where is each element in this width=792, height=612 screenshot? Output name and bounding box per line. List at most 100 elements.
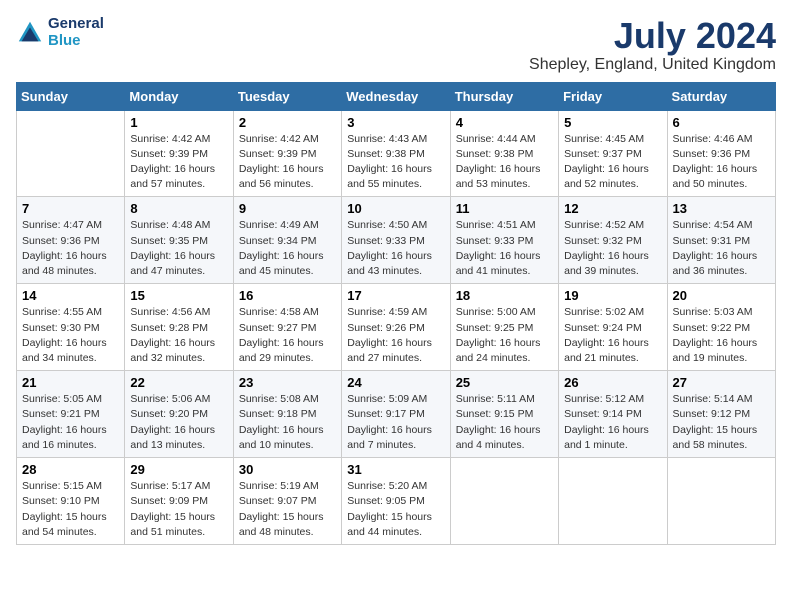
day-number: 26: [564, 375, 661, 390]
day-number: 15: [130, 288, 227, 303]
calendar-cell: 4 Sunrise: 4:44 AM Sunset: 9:38 PM Daylig…: [450, 110, 558, 197]
day-number: 7: [22, 201, 119, 216]
day-number: 8: [130, 201, 227, 216]
day-number: 24: [347, 375, 444, 390]
page-header: General Blue July 2024 Shepley, England,…: [16, 16, 776, 74]
week-row-4: 21 Sunrise: 5:05 AM Sunset: 9:21 PM Dayli…: [17, 371, 776, 458]
calendar-cell: 30Sunrise: 5:19 AM Sunset: 9:07 PM Dayli…: [233, 458, 341, 545]
calendar-cell: 27Sunrise: 5:14 AM Sunset: 9:12 PM Dayli…: [667, 371, 775, 458]
calendar-cell: 16Sunrise: 4:58 AM Sunset: 9:27 PM Dayli…: [233, 284, 341, 371]
logo: General Blue: [16, 16, 104, 49]
subtitle: Shepley, England, United Kingdom: [529, 56, 776, 74]
week-row-1: 1Sunrise: 4:42 AM Sunset: 9:39 PM Daylig…: [17, 110, 776, 197]
day-number: 22: [130, 375, 227, 390]
calendar-cell: 12Sunrise: 4:52 AM Sunset: 9:32 PM Dayli…: [559, 197, 667, 284]
calendar-cell: 17Sunrise: 4:59 AM Sunset: 9:26 PM Dayli…: [342, 284, 450, 371]
calendar-cell: 26 Sunrise: 5:12 AM Sunset: 9:14 PM Dayli…: [559, 371, 667, 458]
calendar-cell: [450, 458, 558, 545]
calendar-cell: 15 Sunrise: 4:56 AM Sunset: 9:28 PM Dayli…: [125, 284, 233, 371]
day-info: Sunrise: 5:00 AM Sunset: 9:25 PM Dayligh…: [456, 305, 553, 366]
calendar-cell: 14 Sunrise: 4:55 AM Sunset: 9:30 PM Dayli…: [17, 284, 125, 371]
day-info: Sunrise: 4:54 AM Sunset: 9:31 PM Dayligh…: [673, 218, 770, 279]
calendar-cell: 1Sunrise: 4:42 AM Sunset: 9:39 PM Daylig…: [125, 110, 233, 197]
day-info: Sunrise: 4:55 AM Sunset: 9:30 PM Dayligh…: [22, 305, 119, 366]
calendar-cell: 7 Sunrise: 4:47 AM Sunset: 9:36 PM Daylig…: [17, 197, 125, 284]
week-row-2: 7 Sunrise: 4:47 AM Sunset: 9:36 PM Daylig…: [17, 197, 776, 284]
header-cell-saturday: Saturday: [667, 82, 775, 110]
day-number: 14: [22, 288, 119, 303]
week-row-3: 14 Sunrise: 4:55 AM Sunset: 9:30 PM Dayli…: [17, 284, 776, 371]
calendar-cell: [559, 458, 667, 545]
day-info: Sunrise: 4:47 AM Sunset: 9:36 PM Dayligh…: [22, 218, 119, 279]
day-info: Sunrise: 5:06 AM Sunset: 9:20 PM Dayligh…: [130, 392, 227, 453]
day-number: 11: [456, 201, 553, 216]
day-number: 3: [347, 115, 444, 130]
calendar-cell: 31 Sunrise: 5:20 AM Sunset: 9:05 PM Dayli…: [342, 458, 450, 545]
day-number: 29: [130, 462, 227, 477]
day-info: Sunrise: 5:05 AM Sunset: 9:21 PM Dayligh…: [22, 392, 119, 453]
calendar-cell: 29 Sunrise: 5:17 AM Sunset: 9:09 PM Dayli…: [125, 458, 233, 545]
day-number: 10: [347, 201, 444, 216]
day-number: 12: [564, 201, 661, 216]
day-info: Sunrise: 5:03 AM Sunset: 9:22 PM Dayligh…: [673, 305, 770, 366]
day-number: 30: [239, 462, 336, 477]
day-number: 4: [456, 115, 553, 130]
day-info: Sunrise: 4:50 AM Sunset: 9:33 PM Dayligh…: [347, 218, 444, 279]
day-number: 9: [239, 201, 336, 216]
calendar-cell: 9 Sunrise: 4:49 AM Sunset: 9:34 PM Daylig…: [233, 197, 341, 284]
day-info: Sunrise: 5:11 AM Sunset: 9:15 PM Dayligh…: [456, 392, 553, 453]
calendar-cell: 21 Sunrise: 5:05 AM Sunset: 9:21 PM Dayli…: [17, 371, 125, 458]
calendar-cell: 2 Sunrise: 4:42 AM Sunset: 9:39 PM Daylig…: [233, 110, 341, 197]
day-number: 31: [347, 462, 444, 477]
header-cell-monday: Monday: [125, 82, 233, 110]
day-info: Sunrise: 4:42 AM Sunset: 9:39 PM Dayligh…: [130, 132, 227, 193]
week-row-5: 28 Sunrise: 5:15 AM Sunset: 9:10 PM Dayli…: [17, 458, 776, 545]
day-number: 6: [673, 115, 770, 130]
calendar-cell: 23 Sunrise: 5:08 AM Sunset: 9:18 PM Dayli…: [233, 371, 341, 458]
day-info: Sunrise: 5:08 AM Sunset: 9:18 PM Dayligh…: [239, 392, 336, 453]
calendar-cell: 6 Sunrise: 4:46 AM Sunset: 9:36 PM Daylig…: [667, 110, 775, 197]
logo-text: General Blue: [48, 16, 104, 49]
day-number: 27: [673, 375, 770, 390]
header-cell-friday: Friday: [559, 82, 667, 110]
day-number: 13: [673, 201, 770, 216]
day-info: Sunrise: 5:20 AM Sunset: 9:05 PM Dayligh…: [347, 479, 444, 540]
day-info: Sunrise: 5:17 AM Sunset: 9:09 PM Dayligh…: [130, 479, 227, 540]
day-info: Sunrise: 4:44 AM Sunset: 9:38 PM Dayligh…: [456, 132, 553, 193]
day-info: Sunrise: 4:49 AM Sunset: 9:34 PM Dayligh…: [239, 218, 336, 279]
day-info: Sunrise: 5:02 AM Sunset: 9:24 PM Dayligh…: [564, 305, 661, 366]
calendar-body: 1Sunrise: 4:42 AM Sunset: 9:39 PM Daylig…: [17, 110, 776, 544]
day-number: 21: [22, 375, 119, 390]
day-info: Sunrise: 5:15 AM Sunset: 9:10 PM Dayligh…: [22, 479, 119, 540]
day-number: 17: [347, 288, 444, 303]
calendar-cell: [17, 110, 125, 197]
day-info: Sunrise: 4:43 AM Sunset: 9:38 PM Dayligh…: [347, 132, 444, 193]
calendar-table: SundayMondayTuesdayWednesdayThursdayFrid…: [16, 82, 776, 545]
day-info: Sunrise: 4:56 AM Sunset: 9:28 PM Dayligh…: [130, 305, 227, 366]
day-info: Sunrise: 4:58 AM Sunset: 9:27 PM Dayligh…: [239, 305, 336, 366]
day-info: Sunrise: 4:45 AM Sunset: 9:37 PM Dayligh…: [564, 132, 661, 193]
day-number: 5: [564, 115, 661, 130]
calendar-header-row: SundayMondayTuesdayWednesdayThursdayFrid…: [17, 82, 776, 110]
day-number: 25: [456, 375, 553, 390]
day-number: 28: [22, 462, 119, 477]
calendar-cell: 25 Sunrise: 5:11 AM Sunset: 9:15 PM Dayli…: [450, 371, 558, 458]
calendar-cell: 22 Sunrise: 5:06 AM Sunset: 9:20 PM Dayli…: [125, 371, 233, 458]
calendar-cell: 28 Sunrise: 5:15 AM Sunset: 9:10 PM Dayli…: [17, 458, 125, 545]
day-number: 23: [239, 375, 336, 390]
day-number: 19: [564, 288, 661, 303]
calendar-cell: 19 Sunrise: 5:02 AM Sunset: 9:24 PM Dayli…: [559, 284, 667, 371]
day-number: 2: [239, 115, 336, 130]
day-number: 18: [456, 288, 553, 303]
day-number: 20: [673, 288, 770, 303]
day-info: Sunrise: 5:09 AM Sunset: 9:17 PM Dayligh…: [347, 392, 444, 453]
calendar-cell: 18 Sunrise: 5:00 AM Sunset: 9:25 PM Dayli…: [450, 284, 558, 371]
calendar-cell: 5 Sunrise: 4:45 AM Sunset: 9:37 PM Daylig…: [559, 110, 667, 197]
header-cell-sunday: Sunday: [17, 82, 125, 110]
calendar-cell: 24 Sunrise: 5:09 AM Sunset: 9:17 PM Dayli…: [342, 371, 450, 458]
day-info: Sunrise: 4:46 AM Sunset: 9:36 PM Dayligh…: [673, 132, 770, 193]
calendar-cell: [667, 458, 775, 545]
header-cell-wednesday: Wednesday: [342, 82, 450, 110]
day-info: Sunrise: 4:42 AM Sunset: 9:39 PM Dayligh…: [239, 132, 336, 193]
day-info: Sunrise: 5:12 AM Sunset: 9:14 PM Dayligh…: [564, 392, 661, 453]
